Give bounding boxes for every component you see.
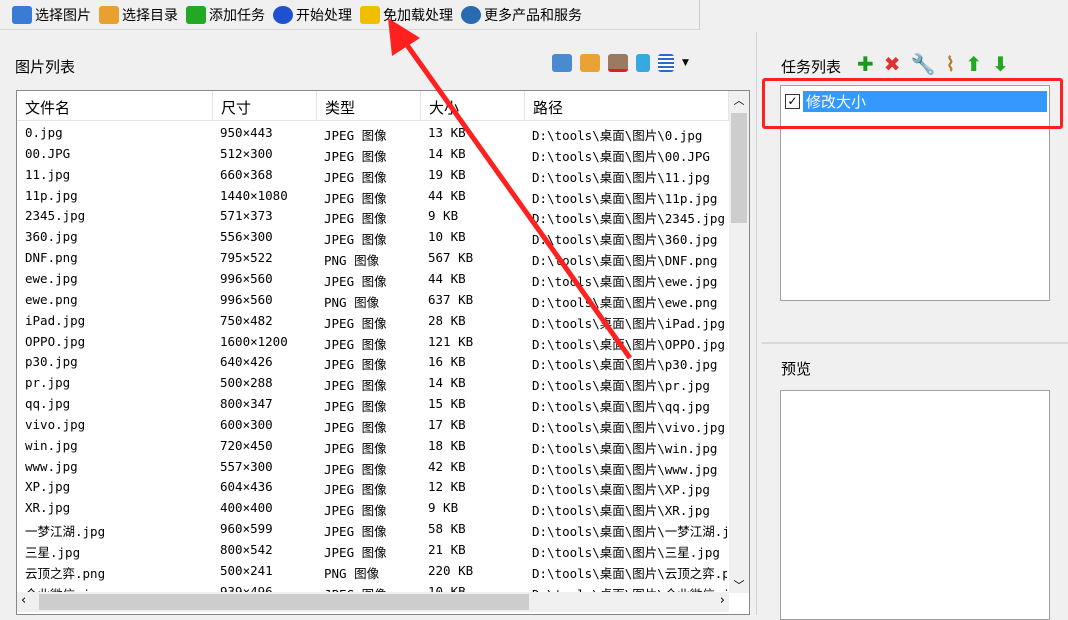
annotation-arrow — [388, 18, 633, 360]
